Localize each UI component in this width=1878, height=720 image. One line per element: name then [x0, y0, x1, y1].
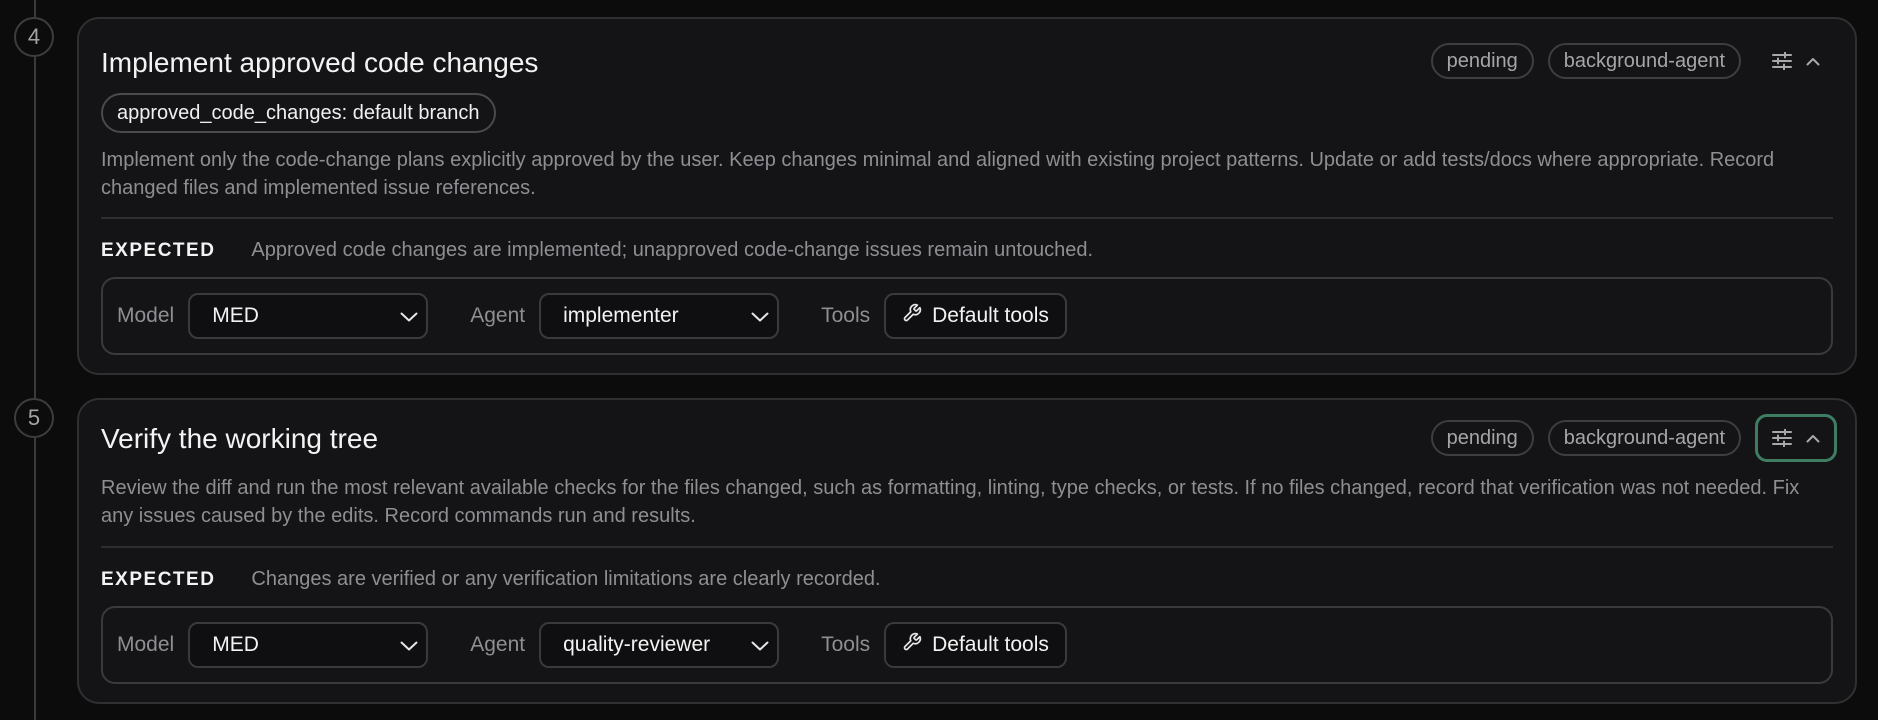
expected-row: EXPECTED Approved code changes are imple…	[101, 239, 1093, 262]
step-config-bar: Model MED Agent implementer Tools Defaul…	[101, 277, 1833, 355]
step-card-implement: Implement approved code changes pending …	[77, 17, 1857, 375]
model-label: Model	[117, 304, 175, 327]
divider	[101, 546, 1833, 548]
chevron-up-icon	[1806, 434, 1820, 443]
model-label: Model	[117, 633, 175, 656]
runner-badge: background-agent	[1547, 420, 1741, 456]
expected-label: EXPECTED	[101, 240, 216, 261]
model-value: MED	[212, 633, 259, 656]
step-settings-toggle[interactable]	[1755, 37, 1837, 85]
sliders-icon	[1772, 429, 1792, 447]
agent-select[interactable]: quality-reviewer	[539, 622, 780, 668]
timeline-rail	[34, 0, 36, 720]
step-config-bar: Model MED Agent quality-reviewer Tools D…	[101, 606, 1833, 684]
expected-text: Approved code changes are implemented; u…	[251, 239, 1094, 261]
agent-label: Agent	[470, 633, 526, 656]
agent-select[interactable]: implementer	[539, 293, 780, 339]
step-number-4: 4	[14, 17, 54, 57]
status-badge: pending	[1430, 43, 1534, 79]
expected-text: Changes are verified or any verification…	[251, 568, 881, 590]
agent-value: implementer	[563, 304, 679, 327]
agent-label: Agent	[470, 304, 526, 327]
chevron-down-icon	[400, 633, 418, 657]
tools-button[interactable]: Default tools	[884, 293, 1067, 339]
chevron-down-icon	[751, 633, 769, 657]
tools-value: Default tools	[932, 633, 1049, 656]
step-card-verify: Verify the working tree pending backgrou…	[77, 398, 1857, 704]
chevron-down-icon	[751, 304, 769, 328]
step-description: Review the diff and run the most relevan…	[101, 477, 1800, 527]
step-description: Implement only the code-change plans exp…	[101, 149, 1775, 199]
tools-value: Default tools	[932, 304, 1049, 327]
wrench-icon	[902, 632, 922, 658]
status-badge: pending	[1430, 420, 1534, 456]
agent-value: quality-reviewer	[563, 633, 711, 656]
variable-tag: approved_code_changes: default branch	[101, 93, 496, 133]
step-settings-toggle[interactable]	[1755, 414, 1837, 462]
step-number-5: 5	[14, 398, 54, 438]
chevron-up-icon	[1806, 57, 1820, 66]
model-select[interactable]: MED	[188, 293, 429, 339]
tools-label: Tools	[821, 633, 871, 656]
sliders-icon	[1772, 52, 1792, 70]
tools-label: Tools	[821, 304, 871, 327]
expected-label: EXPECTED	[101, 569, 216, 590]
step-title: Verify the working tree	[101, 423, 379, 454]
expected-row: EXPECTED Changes are verified or any ver…	[101, 568, 881, 591]
divider	[101, 217, 1833, 219]
wrench-icon	[902, 303, 922, 329]
chevron-down-icon	[400, 304, 418, 328]
step-title: Implement approved code changes	[101, 47, 539, 78]
model-value: MED	[212, 304, 259, 327]
step-header-actions: pending background-agent	[1430, 414, 1837, 462]
tools-button[interactable]: Default tools	[884, 622, 1067, 668]
model-select[interactable]: MED	[188, 622, 429, 668]
step-header-actions: pending background-agent	[1430, 37, 1837, 85]
runner-badge: background-agent	[1547, 43, 1741, 79]
